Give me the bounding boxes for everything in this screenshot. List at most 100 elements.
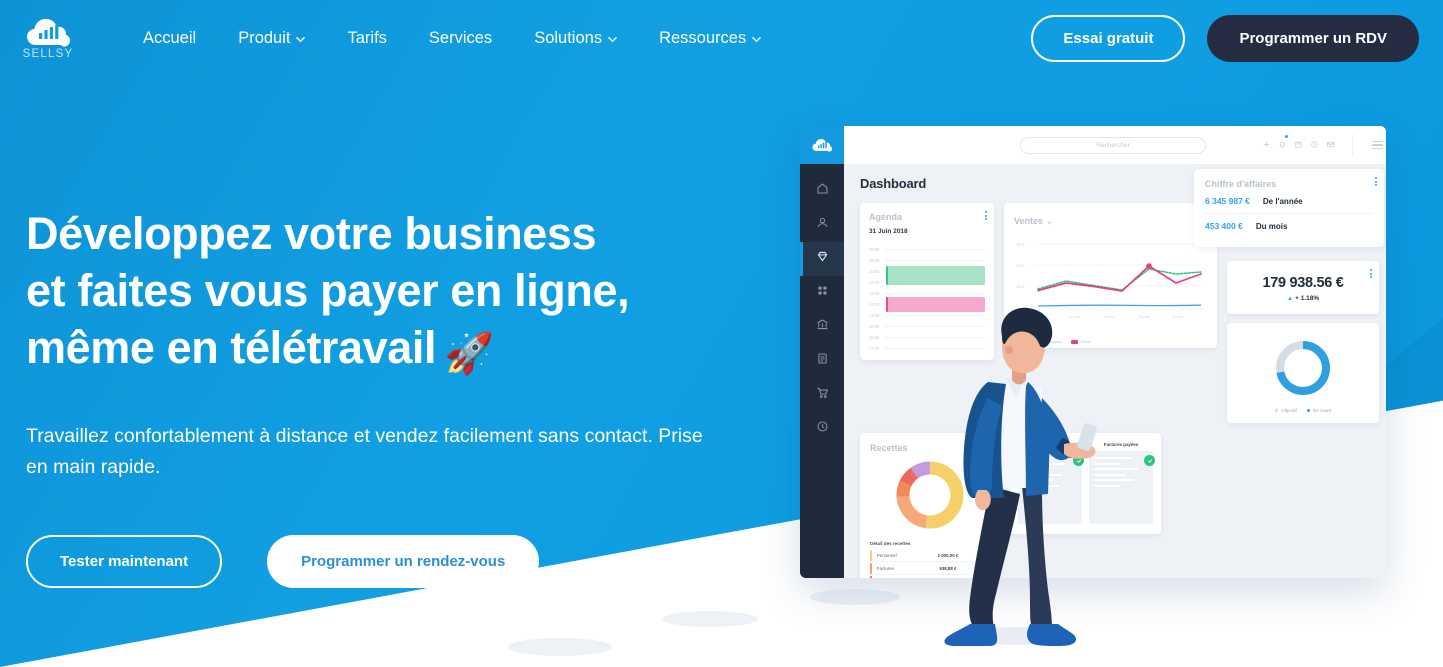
kpi-delta: ▲ + 1.18% [1237,295,1369,302]
cloud-bars-icon [26,17,70,47]
sidebar-item-accounting[interactable] [800,310,844,344]
chevron-down-icon [752,35,762,44]
agenda-time: 13:00 [869,302,880,307]
clock-icon [816,420,829,438]
nav-item-ressources[interactable]: Ressources [638,21,782,56]
objectif-donut-chart [1276,341,1330,395]
kpi-value: 179 938.56 € [1262,275,1344,291]
legend-label: En cours [1313,408,1332,413]
ca-amount: 6 345 987 € [1205,196,1250,206]
legend-entry: En cours [1306,408,1332,413]
ca-label: De l'année [1262,196,1303,206]
mockup-toolbar: Rechercher [844,126,1386,164]
agenda-time: 09:00 [869,258,880,263]
agenda-event-green[interactable] [886,266,985,285]
diamond-icon [816,250,829,268]
agenda-line [885,249,985,250]
chevron-down-icon [608,35,617,44]
try-now-button[interactable]: Tester maintenant [26,535,223,588]
sidebar-item-opportunities[interactable] [800,242,844,276]
chevron-down-icon[interactable] [1047,212,1052,230]
menu-icon[interactable] [1372,140,1383,150]
nav-item-solutions[interactable]: Solutions [513,21,638,56]
brand-name: SELLSY [22,47,74,60]
row-name: Personnel [876,552,897,558]
sidebar-item-home[interactable] [800,174,844,208]
header-actions: Essai gratuit Programmer un RDV [1031,14,1419,62]
svg-text:04.2018: 04.2018 [1139,315,1150,319]
agenda-time: 14:00 [869,313,880,318]
ventes-card-header: Ventes [1014,212,1208,230]
document-icon [816,352,829,370]
card-menu-icon[interactable] [1375,177,1377,186]
clock-icon[interactable] [1310,136,1319,154]
hero-subtitle: Travaillez confortablement à distance et… [26,425,703,478]
svg-text:05.2018: 05.2018 [1172,315,1183,319]
chiffre-affaires-card: Chiffre d'affaires 6 345 987 € De l'anné… [1194,169,1384,247]
nav-item-produit[interactable]: Produit [217,21,326,56]
legend-label: Objectif [1281,408,1297,413]
sidebar-item-documents[interactable] [800,344,844,378]
row-color-bar [870,562,872,574]
user-icon [816,216,829,234]
home-icon [816,182,829,200]
legend-entry: Objectif [1274,408,1297,413]
ca-row: 6 345 987 € De l'année [1205,189,1373,213]
hero-cta-group: Tester maintenant Programmer un rendez-v… [26,535,726,588]
ventes-card-title: Ventes [1014,216,1044,226]
kpi-delta-value: + 1.18% [1295,295,1320,302]
nav-item-tarifs[interactable]: Tarifs [326,21,407,56]
nav-label: Solutions [534,28,603,47]
chevron-down-icon [296,35,306,44]
card-menu-icon[interactable] [985,211,987,220]
free-trial-button[interactable]: Essai gratuit [1031,14,1186,62]
nav-label: Ressources [659,28,747,47]
product-screenshot-mockup: Rechercher Dashboard Agenda 31 Juin 2018… [800,126,1386,646]
mockup-main: Rechercher Dashboard Agenda 31 Juin 2018… [844,126,1386,578]
nav-label: Services [428,28,493,47]
agenda-time: 10:00 [869,269,880,274]
card-menu-icon[interactable] [1370,269,1372,278]
row-color-bar [870,549,872,561]
row-color-bar [870,576,872,578]
notification-dot [1285,135,1288,138]
ca-label: Du mois [1255,221,1288,231]
objectif-card: Objectif En cours [1227,323,1379,423]
sidebar-item-apps[interactable] [800,276,844,310]
plus-icon[interactable] [1262,136,1271,154]
sidebar-item-time[interactable] [800,412,844,446]
check-icon [1144,455,1155,466]
row-name: Factures [876,565,894,571]
kpi-card: 179 938.56 € ▲ + 1.18% [1227,261,1379,314]
nav-item-accueil[interactable]: Accueil [122,21,217,56]
agenda-line [885,293,985,294]
agenda-date: 31 Juin 2018 [869,228,908,235]
bell-icon[interactable] [1278,135,1288,154]
agenda-time: 15:00 [869,324,880,329]
schedule-appointment-button[interactable]: Programmer un rendez-vous [267,535,540,588]
hero-title-line-2: et faites vous payer en ligne, [26,265,630,316]
sidebar-item-contacts[interactable] [800,208,844,242]
agenda-slot: 09:00 [869,255,985,266]
brand-logo[interactable]: SELLSY [22,17,74,60]
trend-up-icon: ▲ [1286,295,1294,302]
calendar-icon[interactable] [1294,136,1303,154]
agenda-time: 17:00 [869,346,880,351]
mockup-toolbar-icons [1262,134,1383,156]
objectif-legend: Objectif En cours [1274,408,1332,413]
mockup-search-input[interactable]: Rechercher [1020,136,1206,154]
agenda-time: 08:00 [869,247,880,252]
schedule-demo-button[interactable]: Programmer un RDV [1207,14,1419,62]
primary-navigation: Accueil Produit Tarifs Services Solution… [122,21,782,56]
nav-label: Accueil [143,28,197,47]
sidebar-item-shop[interactable] [800,378,844,412]
site-header: SELLSY Accueil Produit Tarifs Services S… [0,0,1443,76]
hero-section: Développez votre business et faites vous… [26,205,726,588]
nav-label: Produit [238,28,291,47]
cart-icon [816,386,829,404]
agenda-time: 11:00 [869,280,880,285]
ca-row: 453 400 € Du mois [1205,214,1373,238]
agenda-card-title: Agenda [869,212,903,222]
nav-item-services[interactable]: Services [408,21,513,56]
mail-icon[interactable] [1326,136,1335,154]
